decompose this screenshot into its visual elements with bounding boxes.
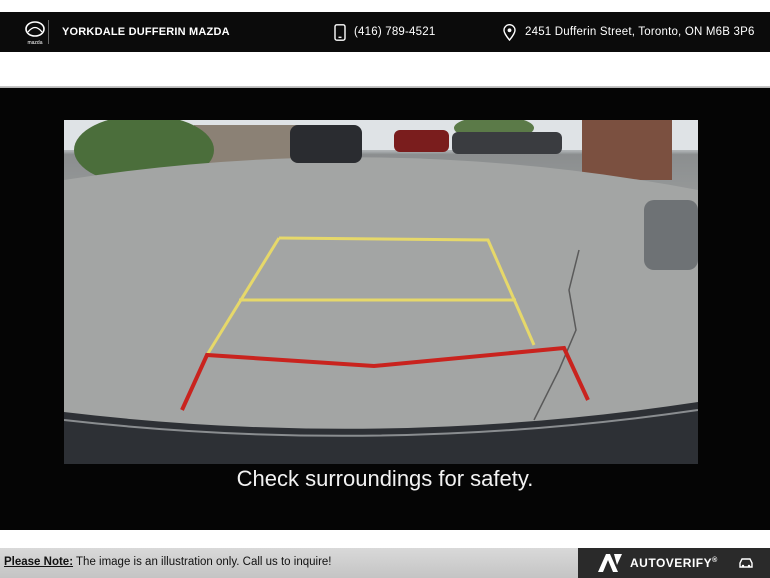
rear-camera-view [64,120,698,464]
header-divider [48,20,49,44]
safety-caption: Check surroundings for safety. [236,466,534,491]
svg-text:mazda: mazda [27,40,42,46]
dealer-phone[interactable]: (416) 789-4521 [354,12,435,52]
autoverify-brand-text: AUTOVERIFY [630,556,713,570]
disclaimer-text: The image is an illustration only. Call … [73,556,332,568]
parked-suv [644,200,698,270]
registered-mark: ® [712,557,718,564]
dealer-header: mazda YORKDALE DUFFERIN MAZDA (416) 789-… [0,12,770,52]
autoverify-brand[interactable]: AUTOVERIFY® [630,556,718,570]
disclaimer: Please Note: The image is an illustratio… [4,556,331,568]
disclaimer-label: Please Note: [4,556,74,568]
building [582,120,672,180]
phone-icon [334,24,346,41]
dealer-address[interactable]: 2451 Dufferin Street, Toronto, ON M6B 3P… [525,12,755,52]
parked-car [290,125,362,163]
camera-scene [64,120,698,464]
car-icon [739,558,753,568]
parked-cars-row [452,132,562,154]
mazda-logo-icon[interactable]: mazda [20,17,50,47]
location-pin-icon [503,24,516,41]
dealer-name[interactable]: YORKDALE DUFFERIN MAZDA [62,12,230,52]
parked-car [394,130,449,152]
autoverify-logo-icon [598,554,622,572]
